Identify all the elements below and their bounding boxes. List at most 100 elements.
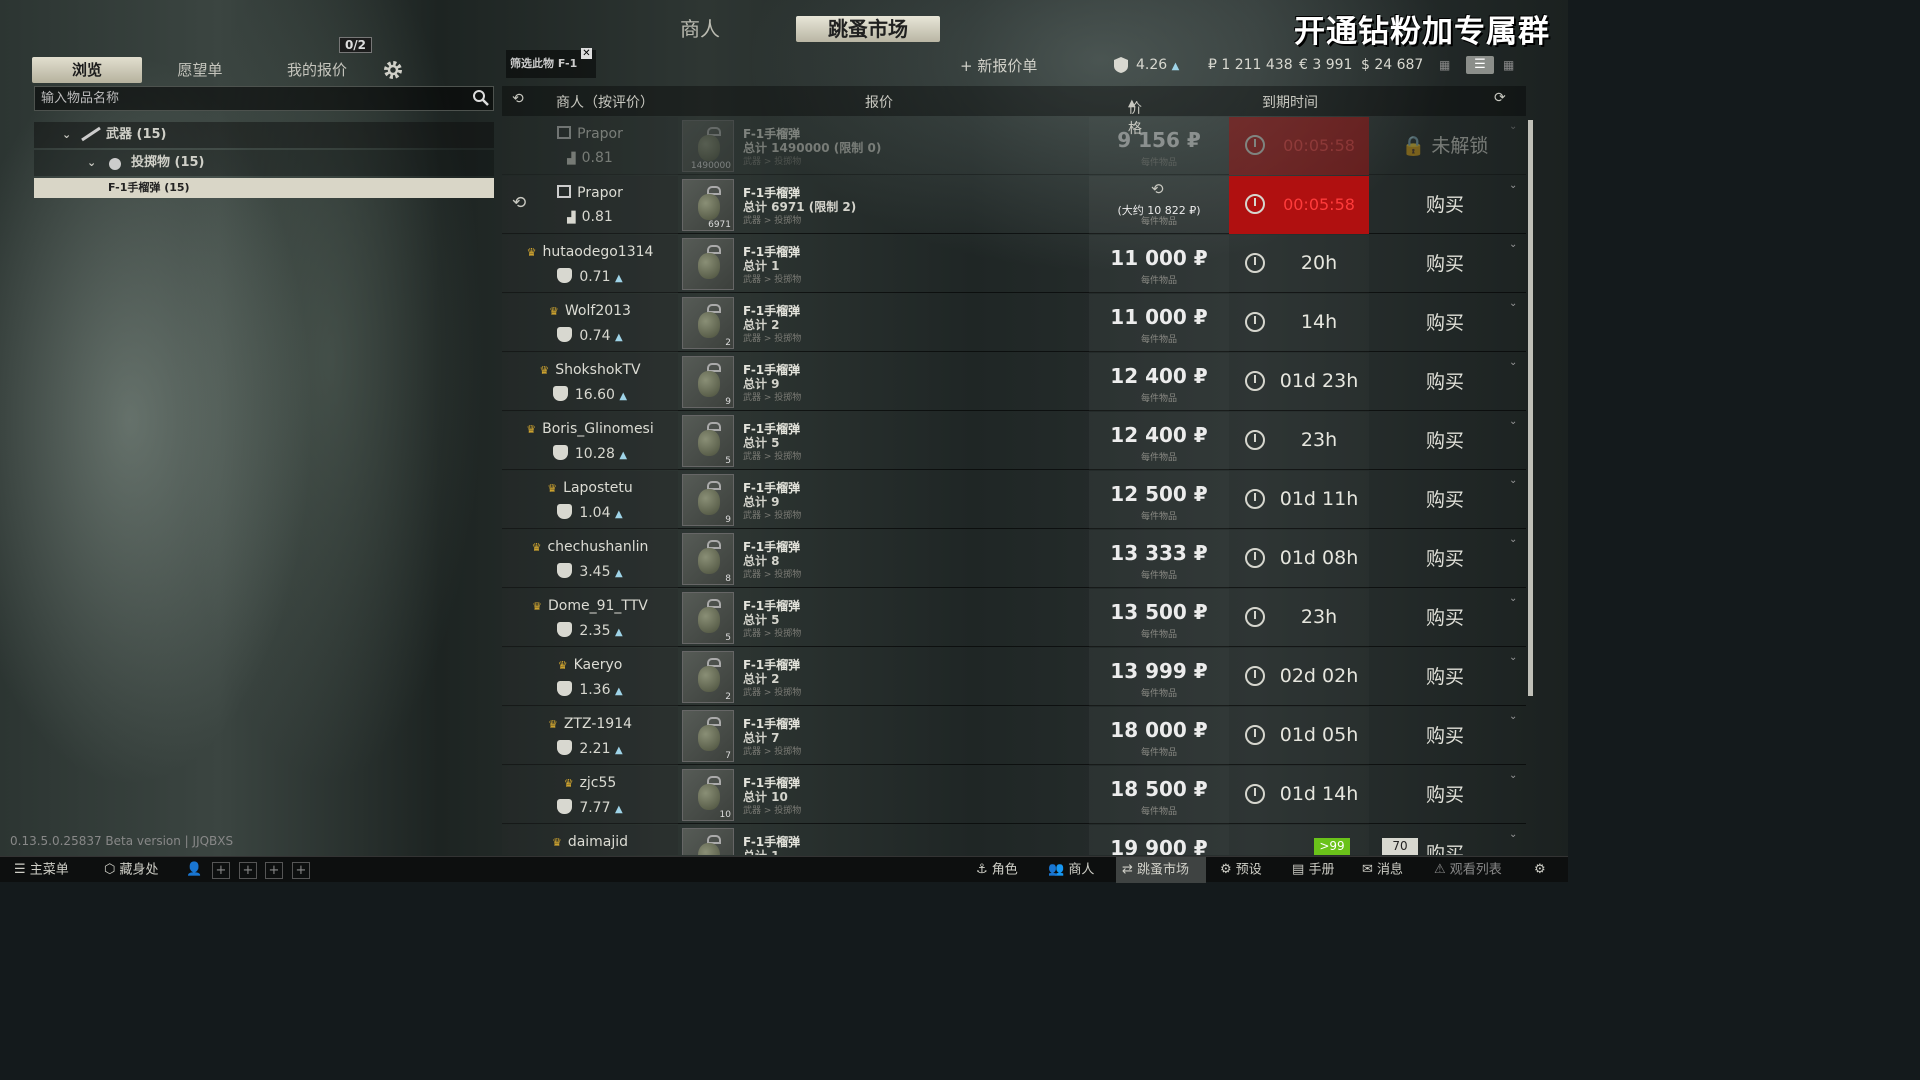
buy-button[interactable]: 购买	[1369, 176, 1521, 234]
trader-cell[interactable]: ♛ Wolf2013 0.74 ▲	[502, 294, 678, 352]
trader-cell[interactable]: Prapor ▟ 0.81	[502, 117, 678, 175]
item-thumbnail[interactable]	[682, 238, 734, 290]
trader-cell[interactable]: ♛ Dome_91_TTV 2.35 ▲	[502, 589, 678, 647]
item-category: 武器 > 投掷物	[743, 157, 802, 167]
reload-icon[interactable]: ⟳	[1494, 90, 1506, 106]
tab-my-offers[interactable]: 我的报价	[262, 57, 372, 83]
item-thumbnail[interactable]: 5	[682, 415, 734, 467]
chevron-down-icon[interactable]: ⌄	[1509, 121, 1517, 132]
chevron-down-icon[interactable]: ⌄	[1509, 298, 1517, 309]
tab-trader[interactable]: 商人	[640, 16, 760, 42]
price-value: 11 000 ₽	[1110, 305, 1208, 329]
buy-button[interactable]: 购买	[1369, 648, 1521, 706]
chevron-down-icon[interactable]: ⌄	[1509, 534, 1517, 545]
chevron-down-icon[interactable]: ⌄	[1509, 416, 1517, 427]
chevron-down-icon[interactable]: ⌄	[1509, 357, 1517, 368]
buy-button[interactable]: 购买	[1369, 294, 1521, 352]
per-item-label: 每件物品	[1140, 748, 1177, 758]
chevron-down-icon[interactable]: ⌄	[1509, 652, 1517, 663]
trader-cell[interactable]: ♛ ZTZ-1914 2.21 ▲	[502, 707, 678, 765]
tree-node-f1-grenade[interactable]: F-1手榴弹 (15)	[34, 178, 494, 198]
chevron-down-icon: ⌄	[62, 128, 72, 141]
crown-icon: ♛	[551, 836, 562, 849]
buy-button[interactable]: 购买	[1369, 235, 1521, 293]
trader-cell[interactable]: ⟲ Prapor ▟ 0.81	[502, 176, 678, 234]
grid-large-view-icon[interactable]: ▦	[1503, 56, 1525, 74]
item-thumbnail[interactable]: 2	[682, 297, 734, 349]
settings-icon[interactable]: ⚙	[1534, 857, 1546, 883]
refresh-icon[interactable]: ⟲	[512, 91, 524, 107]
trader-name: hutaodego1314	[542, 244, 654, 260]
buy-button[interactable]: 🔒 未解锁	[1369, 117, 1521, 175]
item-thumbnail[interactable]: 6971	[682, 179, 734, 231]
grenade-icon	[698, 725, 720, 751]
buy-button[interactable]: 购买	[1369, 589, 1521, 647]
item-thumbnail[interactable]: 9	[682, 474, 734, 526]
new-offer-button[interactable]: + 新报价单	[960, 55, 1037, 76]
trader-cell[interactable]: ♛ ShokshokTV 16.60 ▲	[502, 353, 678, 411]
tab-browse[interactable]: 浏览	[32, 57, 142, 83]
tree-node-weapons[interactable]: ⌄ 武器 (15)	[34, 122, 494, 148]
trader-cell[interactable]: ♛ zjc55 7.77 ▲	[502, 766, 678, 824]
item-thumbnail[interactable]: 1490000	[682, 120, 734, 172]
trader-cell[interactable]: ♛ Kaeryo 1.36 ▲	[502, 648, 678, 706]
chevron-down-icon[interactable]: ⌄	[1509, 475, 1517, 486]
grid-small-view-icon[interactable]: ▦	[1439, 56, 1461, 74]
scrollbar[interactable]	[1528, 120, 1533, 696]
chevron-down-icon[interactable]: ⌄	[1509, 180, 1517, 191]
item-thumbnail[interactable]: 9	[682, 356, 734, 408]
tree-node-throwables[interactable]: ⌄ 投掷物 (15)	[34, 150, 494, 176]
item-thumbnail[interactable]: 2	[682, 651, 734, 703]
chevron-down-icon[interactable]: ⌄	[1509, 711, 1517, 722]
buy-button[interactable]: 购买	[1369, 707, 1521, 765]
trader-cell[interactable]: ♛ daimajid	[502, 825, 678, 855]
chevron-down-icon[interactable]: ⌄	[1509, 593, 1517, 604]
search-input[interactable]: 输入物品名称	[34, 86, 494, 111]
search-icon[interactable]	[472, 89, 490, 111]
grenade-icon	[698, 489, 720, 515]
buy-button[interactable]: 购买	[1369, 412, 1521, 470]
watchlist-button[interactable]: ⚠ 观看列表	[1434, 857, 1502, 883]
gear-icon[interactable]	[381, 58, 405, 86]
column-trader[interactable]: 商人（按评价）	[556, 92, 654, 112]
handbook-button[interactable]: ▤ 手册	[1292, 857, 1334, 883]
trader-cell[interactable]: ♛ hutaodego1314 0.71 ▲	[502, 235, 678, 293]
buy-button[interactable]: 购买	[1369, 353, 1521, 411]
character-button[interactable]: ⚓ 角色	[976, 857, 1018, 883]
grenade-icon	[698, 666, 720, 692]
item-thumbnail[interactable]: 5	[682, 592, 734, 644]
column-offer[interactable]: 报价	[865, 92, 893, 112]
trader-cell[interactable]: ♛ Lapostetu 1.04 ▲	[502, 471, 678, 529]
close-icon[interactable]: ✕	[581, 48, 592, 59]
rating-shield-icon	[1112, 56, 1130, 78]
messages-button[interactable]: ✉ 消息	[1362, 857, 1403, 883]
chevron-down-icon[interactable]: ⌄	[1509, 239, 1517, 250]
column-expiry[interactable]: 到期时间	[1262, 92, 1318, 112]
plus-slot-button[interactable]: +	[292, 862, 310, 879]
offers-table: Prapor ▟ 0.81 1490000 F-1手榴弹 总计 1490000 (限制 0…	[502, 117, 1526, 855]
tab-flea-market[interactable]: 跳蚤市场	[796, 16, 940, 42]
buy-button[interactable]: 购买	[1369, 471, 1521, 529]
hideout-button[interactable]: ⬡ 藏身处	[104, 857, 159, 883]
item-thumbnail[interactable]: 7	[682, 710, 734, 762]
list-view-icon[interactable]: ☰	[1466, 56, 1494, 74]
presets-button[interactable]: ⚙ 预设	[1220, 857, 1262, 883]
plus-slot-button[interactable]: +	[212, 862, 230, 879]
item-thumbnail[interactable]: 8	[682, 533, 734, 585]
plus-slot-button[interactable]: +	[265, 862, 283, 879]
trader-name: Prapor	[577, 126, 623, 142]
plus-slot-button[interactable]: +	[239, 862, 257, 879]
flea-market-button[interactable]: ⇄ 跳蚤市场	[1116, 857, 1206, 883]
profile-icon[interactable]: 👤	[186, 857, 202, 883]
trader-cell[interactable]: ♛ Boris_Glinomesi 10.28 ▲	[502, 412, 678, 470]
traders-button[interactable]: 👥 商人	[1048, 857, 1094, 883]
item-thumbnail[interactable]: 10	[682, 769, 734, 821]
chevron-down-icon[interactable]: ⌄	[1509, 770, 1517, 781]
buy-button[interactable]: 购买	[1369, 766, 1521, 824]
chevron-down-icon[interactable]: ⌄	[1509, 829, 1517, 840]
trader-cell[interactable]: ♛ chechushanlin 3.45 ▲	[502, 530, 678, 588]
buy-button[interactable]: 购买	[1369, 530, 1521, 588]
main-menu-button[interactable]: ☰ 主菜单	[14, 857, 69, 883]
item-thumbnail[interactable]	[682, 828, 734, 855]
tab-wishlist[interactable]: 愿望单	[150, 57, 250, 83]
